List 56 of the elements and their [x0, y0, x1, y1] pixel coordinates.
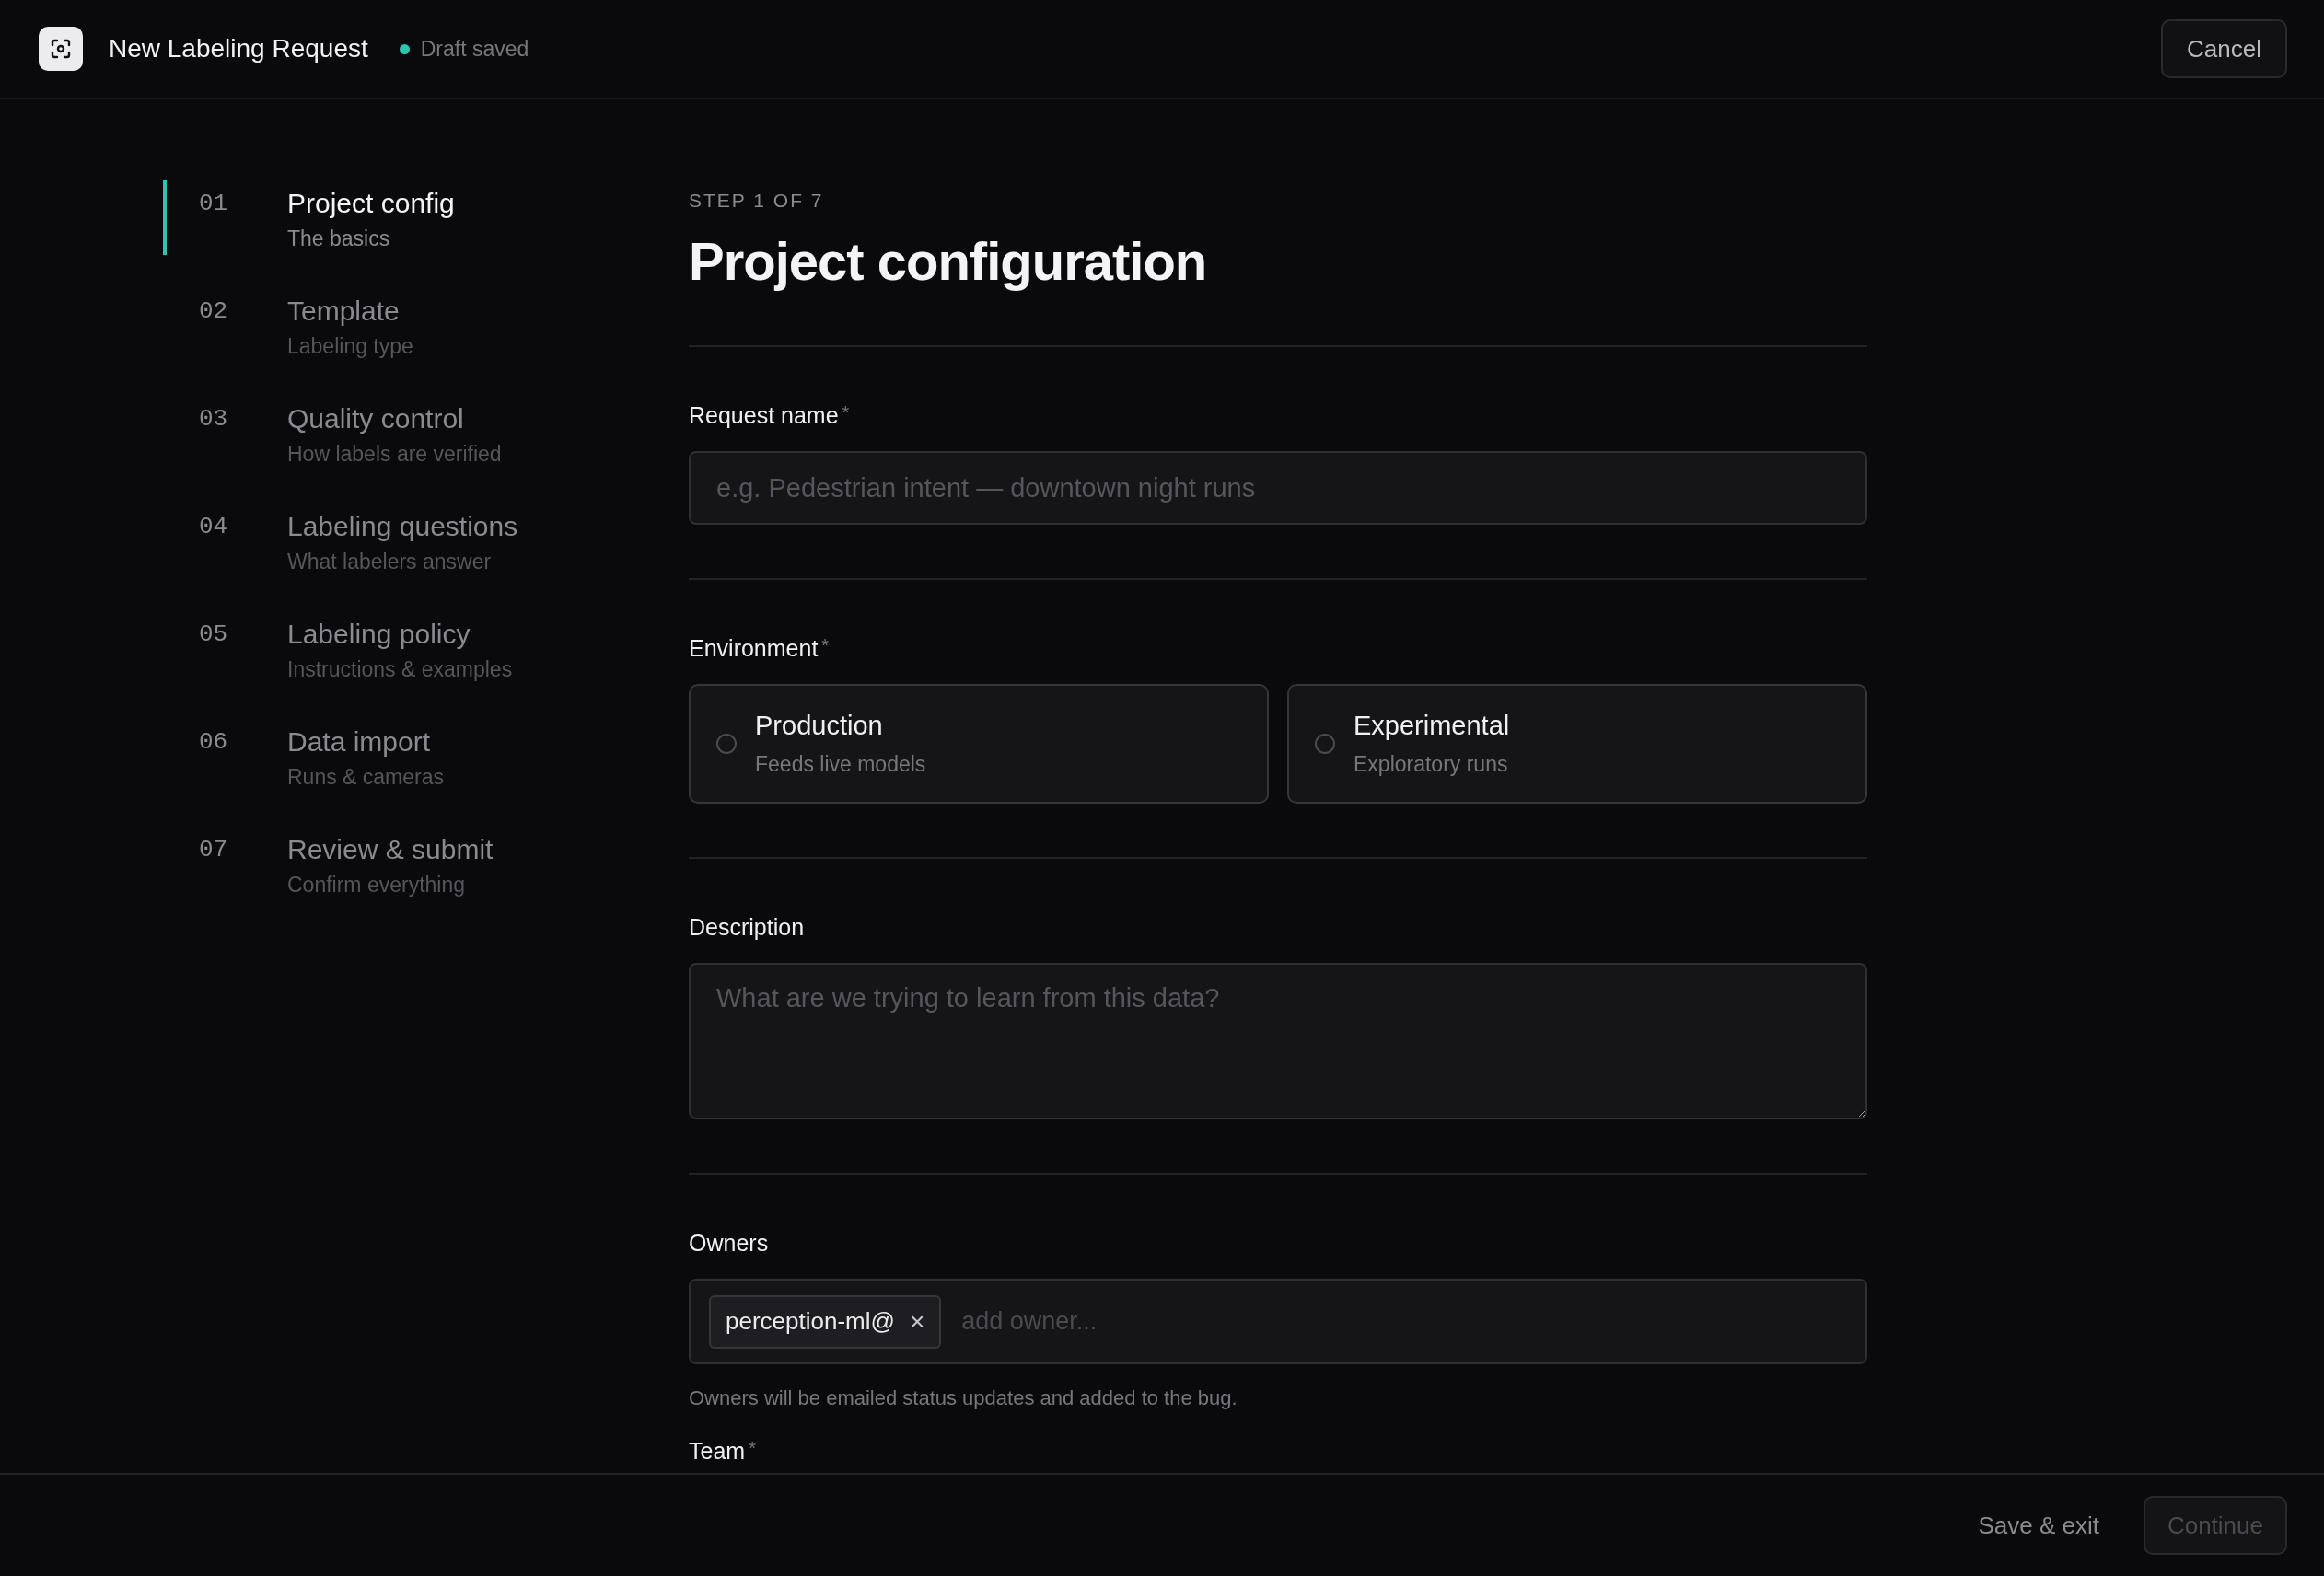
step-title: Data import — [287, 726, 432, 758]
step-number: 04 — [198, 513, 229, 540]
step-title: Review & submit — [287, 834, 494, 865]
status-dot — [399, 43, 410, 54]
option-subtitle: Feeds live models — [755, 752, 926, 777]
save-exit-button[interactable]: Save & exit — [1972, 1510, 2105, 1541]
scan-icon — [50, 38, 72, 60]
step-subtitle: Confirm everything — [287, 873, 467, 898]
field-label: Request name * — [689, 402, 851, 429]
option-card[interactable]: Experimental Exploratory runs — [1287, 684, 1867, 804]
field-label: Description — [689, 914, 806, 941]
field-label: Owners — [689, 1230, 770, 1257]
step-item[interactable]: 05 Labeling policy Instructions & examples — [163, 611, 689, 686]
page-title: New Labeling Request — [109, 34, 368, 64]
step-title: Template — [287, 296, 401, 327]
help-text: Owners will be emailed status updates and added to the bug. — [689, 1386, 1238, 1410]
option-card[interactable]: Production Feeds live models — [689, 684, 1269, 804]
step-subtitle: What labelers answer — [287, 550, 493, 574]
remove-button[interactable]: × — [909, 1306, 925, 1337]
text-field[interactable]: e.g. Pedestrian intent — downtown night runs — [689, 451, 1867, 525]
step-item[interactable]: 04 Labeling questions What labelers answer — [163, 504, 689, 578]
field-label: Environment * — [689, 635, 831, 662]
option-title: Experimental — [1354, 711, 1510, 741]
step-item[interactable]: 02 Template Labeling type — [163, 288, 689, 363]
radio-icon — [716, 734, 737, 754]
step-number: 02 — [198, 297, 229, 325]
form-title: Project configuration — [689, 230, 1208, 292]
option-title: Production — [755, 711, 884, 741]
step-number: 01 — [198, 190, 229, 217]
step-number: 07 — [198, 836, 229, 863]
owner-input[interactable]: add owner... — [959, 1306, 1847, 1337]
step-subtitle: Labeling type — [287, 334, 413, 359]
save-status: Draft saved — [420, 36, 529, 62]
field-label: Team * — [689, 1438, 757, 1465]
step-item[interactable]: 03 Quality control How labels are verified — [163, 396, 689, 470]
radio-icon — [1315, 734, 1335, 754]
step-title: Labeling policy — [287, 619, 471, 650]
owner-field[interactable]: perception-ml@ × add owner... — [689, 1279, 1867, 1364]
step-subtitle: The basics — [287, 226, 391, 251]
chip-text: perception-ml@ — [726, 1307, 895, 1336]
step-item[interactable]: 06 Data import Runs & cameras — [163, 719, 689, 794]
cancel-button[interactable]: Cancel — [2161, 19, 2287, 78]
step-title: Labeling questions — [287, 511, 518, 542]
step-item[interactable]: 07 Review & submit Confirm everything — [163, 827, 689, 901]
step-subtitle: How labels are verified — [287, 442, 502, 467]
option-subtitle: Exploratory runs — [1354, 752, 1509, 777]
step-subtitle: Instructions & examples — [287, 657, 513, 682]
step-title: Project config — [287, 188, 455, 219]
step-number: 03 — [198, 405, 229, 433]
step-number: 05 — [198, 620, 229, 648]
step-number: 06 — [198, 728, 229, 756]
step-counter: STEP 1 OF 7 — [689, 190, 825, 212]
textarea-field[interactable]: What are we trying to learn from this data? — [689, 963, 1867, 1119]
step-title: Quality control — [287, 403, 465, 435]
step-item[interactable]: 01 Project config The basics — [163, 180, 689, 255]
step-subtitle: Runs & cameras — [287, 765, 444, 790]
